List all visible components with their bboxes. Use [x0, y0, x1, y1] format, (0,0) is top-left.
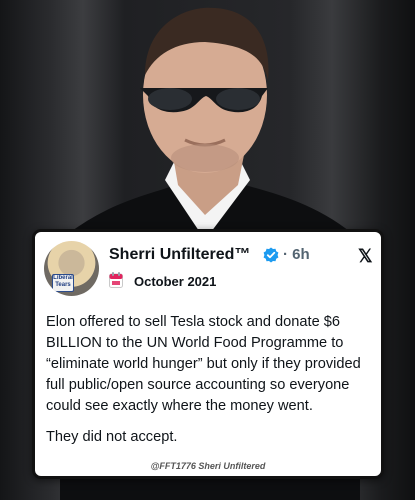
post-timestamp[interactable]: · 6h [283, 246, 310, 263]
tweet-card[interactable]: Liberal Tears Sherri Unfiltered™ · 6h 𝕏 … [32, 229, 384, 479]
verified-badge-icon [263, 247, 279, 263]
watermark-credit: @FFT1776 Sheri Unfiltered [150, 461, 266, 471]
tweet-body: Elon offered to sell Tesla stock and don… [46, 312, 376, 458]
author-name[interactable]: Sherri Unfiltered™ [109, 246, 250, 264]
tweet-paragraph-2: They did not accept. [46, 429, 178, 445]
author-avatar[interactable]: Liberal Tears [44, 241, 99, 296]
calendar-icon [109, 272, 123, 288]
x-logo-icon[interactable]: 𝕏 [358, 246, 373, 267]
time-ago: 6h [292, 246, 310, 263]
tweet-paragraph-1: Elon offered to sell Tesla stock and don… [46, 314, 361, 414]
separator-dot: · [283, 246, 288, 263]
post-date-label: October 2021 [134, 274, 217, 289]
avatar-mug-label: Liberal Tears [52, 274, 74, 292]
